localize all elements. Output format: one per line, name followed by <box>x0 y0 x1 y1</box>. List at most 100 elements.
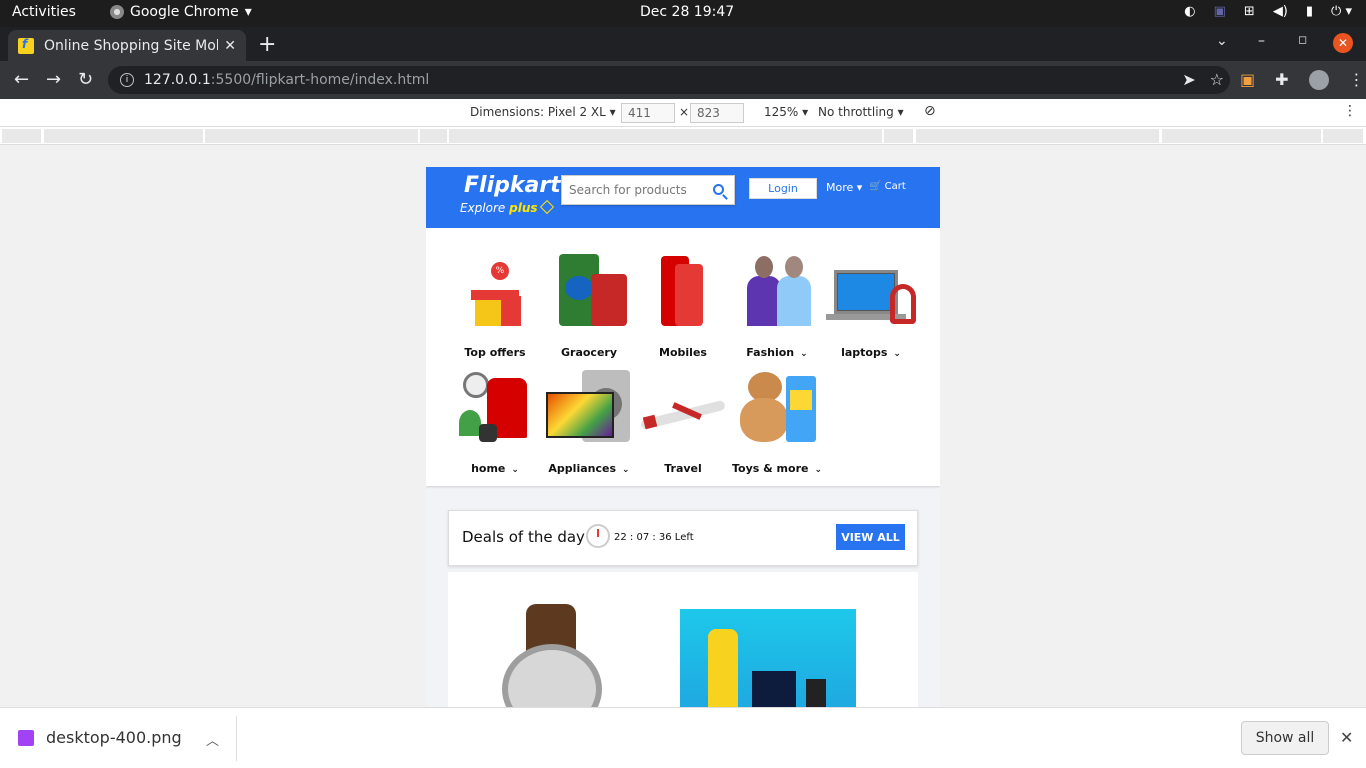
close-download-bar-icon[interactable]: ✕ <box>1340 728 1353 747</box>
category-label: laptops ⌄ <box>841 346 901 359</box>
airplane-icon <box>638 370 728 444</box>
deals-product-row <box>448 572 918 707</box>
category-appliances[interactable]: Appliances ⌄ <box>542 370 636 475</box>
category-label: Graocery <box>560 346 617 359</box>
activities-button[interactable]: Activities <box>12 4 76 20</box>
back-icon[interactable]: ← <box>14 69 29 90</box>
menu-icon[interactable]: ⋮ <box>1349 70 1365 90</box>
category-travel[interactable]: Travel <box>636 370 730 475</box>
gift-box-icon: % <box>455 254 535 328</box>
grocery-pack-icon <box>549 254 629 328</box>
chevron-down-icon: ⌄ <box>893 349 901 359</box>
viewport-width-input[interactable]: 411 <box>621 103 675 123</box>
tab-search-icon[interactable]: ⌄ <box>1216 33 1228 49</box>
divider <box>236 716 237 761</box>
media-query-ruler[interactable] <box>0 127 1366 145</box>
category-label: Appliances ⌄ <box>548 462 630 475</box>
armchair-icon <box>455 370 535 444</box>
tab-title: Online Shopping Site Mob <box>44 37 219 54</box>
category-grid: % Top offers Graocery Mobiles Fashion ⌄ … <box>426 228 940 486</box>
url-host: 127.0.0.1 <box>144 72 211 88</box>
power-icon[interactable]: ⏻ ▾ <box>1331 4 1352 19</box>
plus-icon <box>539 199 554 215</box>
forward-icon[interactable]: → <box>46 69 61 90</box>
clock[interactable]: Dec 28 19:47 <box>640 4 734 20</box>
download-bar: desktop-400.png ︿ Show all ✕ <box>0 707 1366 768</box>
search-icon[interactable] <box>713 184 724 195</box>
show-all-button[interactable]: Show all <box>1241 721 1329 755</box>
deodorant-product[interactable] <box>680 609 856 707</box>
browser-tab[interactable]: Online Shopping Site Mob ✕ <box>8 30 246 61</box>
emulated-viewport: Flipkart Explore plus Login More ▾ 🛒 Car… <box>426 167 940 707</box>
category-label: Mobiles <box>659 346 707 359</box>
send-icon[interactable]: ➤ <box>1182 70 1195 89</box>
cart-link[interactable]: 🛒 Cart <box>869 181 906 192</box>
device-select[interactable]: Dimensions: Pixel 2 XL ▾ <box>470 105 616 119</box>
viewport-height-input[interactable]: 823 <box>690 103 744 123</box>
view-all-button[interactable]: VIEW ALL <box>836 524 905 550</box>
category-grocery[interactable]: Graocery <box>542 254 636 359</box>
category-toys[interactable]: Toys & more ⌄ <box>730 370 824 475</box>
rotate-icon[interactable]: ⊘ <box>924 103 936 119</box>
tab-strip: Online Shopping Site Mob ✕ <box>0 27 1366 61</box>
site-header: Flipkart Explore plus Login More ▾ 🛒 Car… <box>426 167 940 228</box>
browser-toolbar: ← → ↻ i 127.0.0.1:5500/flipkart-home/ind… <box>0 61 1366 99</box>
app-menu[interactable]: Google Chrome ▾ <box>110 4 252 20</box>
microphone-icon[interactable]: ▮ <box>1306 4 1313 19</box>
teams-icon[interactable]: ▣ <box>1214 4 1226 19</box>
download-item[interactable]: desktop-400.png <box>18 728 182 747</box>
flipkart-favicon-icon <box>18 37 34 54</box>
teddy-bear-icon <box>734 370 820 444</box>
bookmark-star-icon[interactable]: ☆ <box>1210 70 1224 89</box>
category-label: Toys & more ⌄ <box>731 462 823 475</box>
device-toolbar: Dimensions: Pixel 2 XL ▾ 411 × 823 125% … <box>0 99 1366 127</box>
url-path: :5500/flipkart-home/index.html <box>210 72 430 88</box>
new-tab-icon[interactable]: + <box>258 32 276 57</box>
login-button[interactable]: Login <box>749 178 817 199</box>
category-laptops[interactable]: laptops ⌄ <box>824 254 918 359</box>
chevron-down-icon: ⌄ <box>814 465 823 475</box>
system-tray[interactable]: ◐ ▣ ⊞ ◀) ▮ ⏻ ▾ <box>1184 4 1352 19</box>
chrome-icon <box>110 5 124 19</box>
search-input[interactable] <box>569 183 705 197</box>
chevron-up-icon[interactable]: ︿ <box>206 730 219 749</box>
reload-icon[interactable]: ↻ <box>78 69 93 90</box>
app-name: Google Chrome <box>130 4 239 20</box>
category-label: Top offers <box>464 346 526 359</box>
more-options-icon[interactable]: ⋮ <box>1343 103 1357 119</box>
chevron-down-icon: ⌄ <box>800 349 808 359</box>
screenshot-extension-icon[interactable]: ▣ <box>1240 70 1255 90</box>
more-menu[interactable]: More ▾ <box>826 181 862 194</box>
extensions-icon[interactable]: ✚ <box>1275 70 1288 90</box>
volume-icon[interactable]: ◀) <box>1273 4 1288 19</box>
stopwatch-icon <box>586 524 610 548</box>
explore-plus-link[interactable]: Explore plus <box>460 199 554 215</box>
category-top-offers[interactable]: % Top offers <box>448 254 542 359</box>
caret-down-icon: ▾ <box>244 4 252 20</box>
close-tab-icon[interactable]: ✕ <box>224 38 236 54</box>
category-fashion[interactable]: Fashion ⌄ <box>730 254 824 359</box>
network-icon[interactable]: ⊞ <box>1244 4 1255 19</box>
times-sign: × <box>679 105 690 119</box>
status-icon[interactable]: ◐ <box>1184 4 1195 19</box>
profile-avatar[interactable] <box>1308 70 1329 90</box>
close-window-icon[interactable]: ✕ <box>1333 33 1353 53</box>
throttling-select[interactable]: No throttling ▾ <box>818 105 904 119</box>
fashion-models-icon <box>737 254 817 328</box>
category-mobiles[interactable]: Mobiles <box>636 254 730 359</box>
category-home[interactable]: home ⌄ <box>448 370 542 475</box>
laptop-icon <box>826 254 916 328</box>
chevron-down-icon: ⌄ <box>622 465 630 475</box>
flipkart-logo[interactable]: Flipkart <box>464 173 561 198</box>
download-filename: desktop-400.png <box>46 728 182 747</box>
search-box <box>561 175 735 205</box>
maximize-icon[interactable]: ◻ <box>1298 33 1307 46</box>
address-bar[interactable]: i 127.0.0.1:5500/flipkart-home/index.htm… <box>108 66 1230 94</box>
deals-countdown: 22 : 07 : 36 Left <box>614 532 694 543</box>
zoom-select[interactable]: 125% ▾ <box>764 105 808 119</box>
site-info-icon[interactable]: i <box>120 73 134 87</box>
appliances-icon <box>546 370 632 444</box>
deals-title: Deals of the day <box>462 528 585 546</box>
watch-product[interactable] <box>496 604 608 707</box>
minimize-icon[interactable]: – <box>1258 33 1265 49</box>
